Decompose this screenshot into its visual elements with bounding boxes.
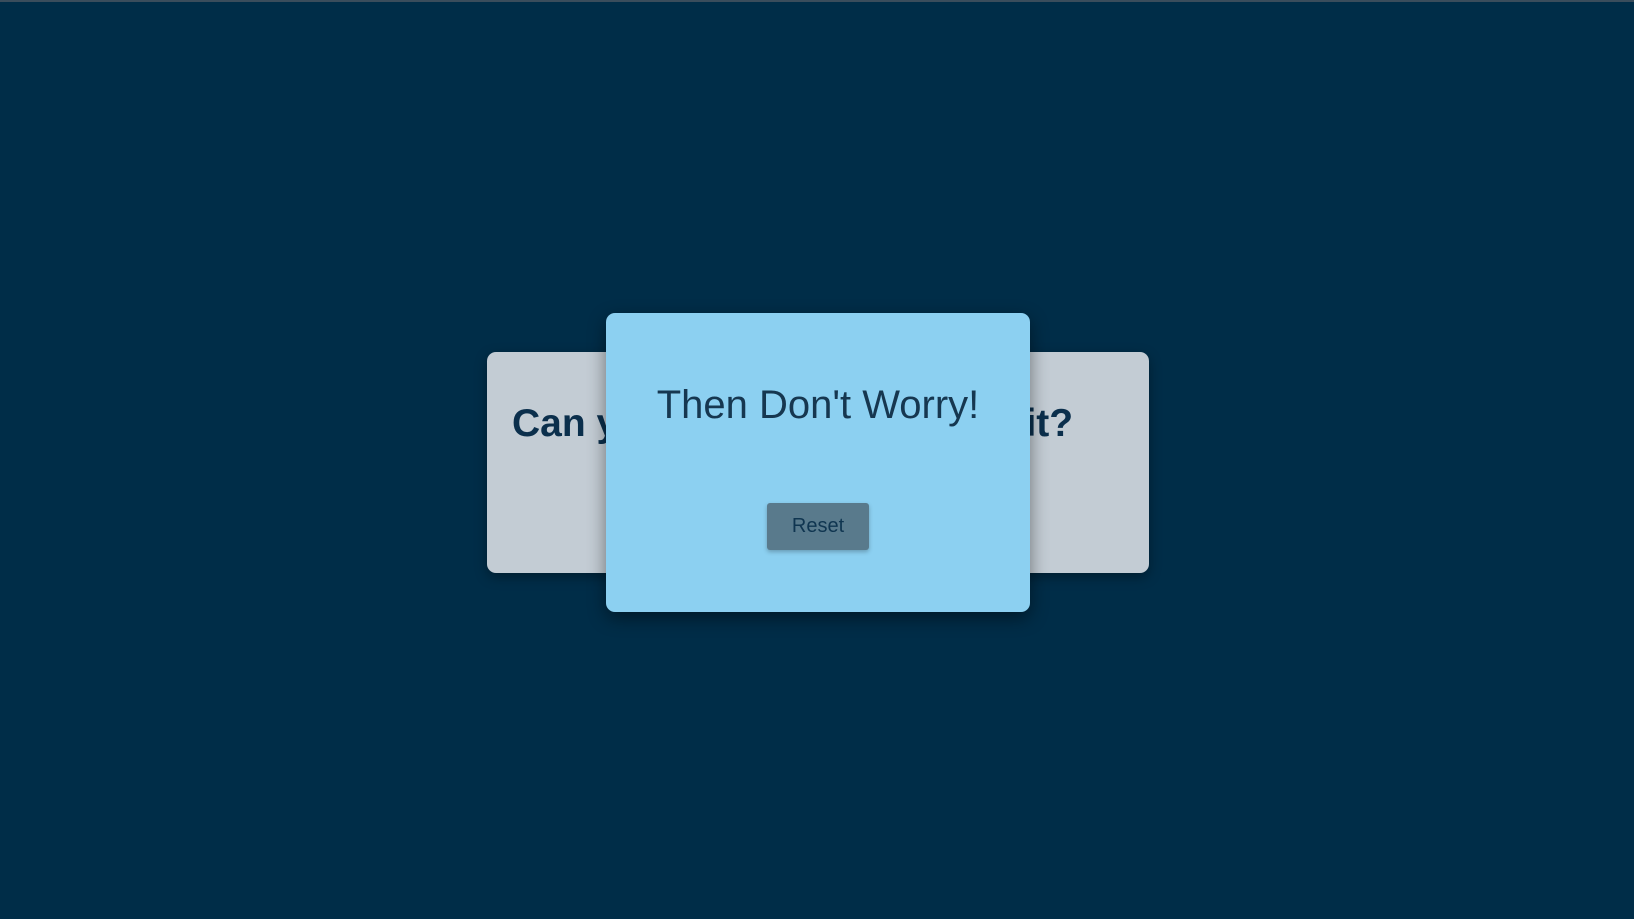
answer-heading: Then Don't Worry! [656, 383, 980, 427]
answer-card: Then Don't Worry! Reset [606, 313, 1030, 612]
top-border [0, 0, 1634, 2]
reset-button[interactable]: Reset [767, 503, 869, 550]
